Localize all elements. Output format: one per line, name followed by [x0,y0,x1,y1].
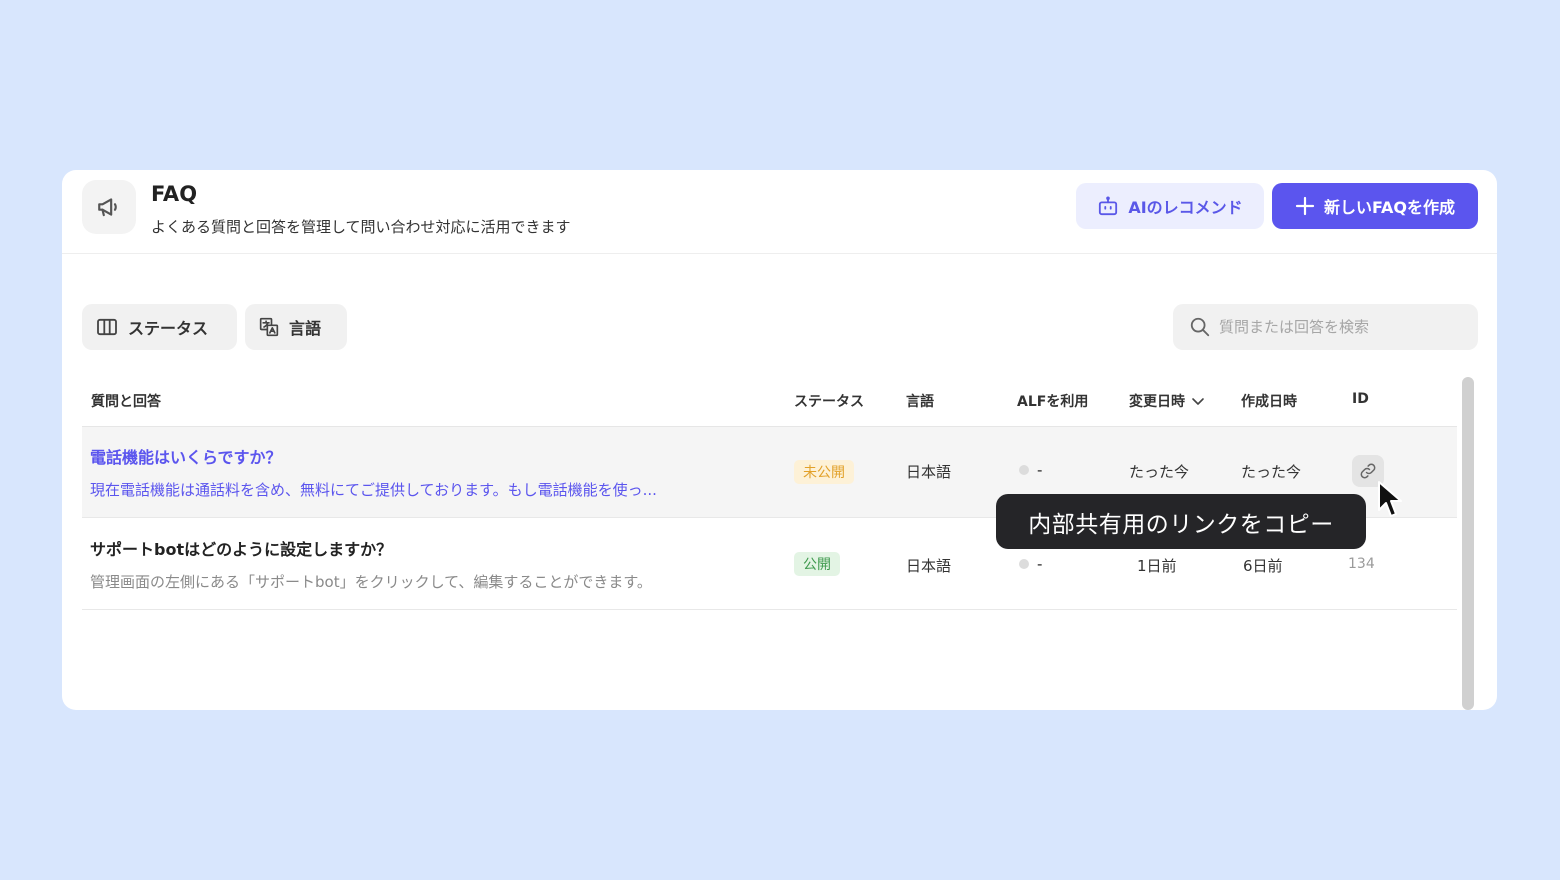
question-text[interactable]: 電話機能はいくらですか？ [90,444,282,468]
id-cell: 134 [1348,556,1375,572]
robot-icon [1099,196,1118,216]
vertical-scrollbar[interactable] [1462,377,1474,710]
column-header-created[interactable]: 作成日時 [1241,391,1297,411]
updated-cell: たった今 [1129,463,1190,481]
language-cell: 日本語 [906,463,952,481]
create-faq-button[interactable]: 新しいFAQを作成 [1272,183,1478,229]
page-header: FAQ よくある質問と回答を管理して問い合わせ対応に活用できます AIのレコメン… [62,170,1497,254]
column-header-updated-label: 変更日時 [1129,394,1185,410]
answer-text: 管理画面の左側にある「サポートbot」をクリックして、編集することができます。 [90,573,652,591]
chevron-down-icon [1192,398,1204,405]
alf-value: - [1037,461,1043,479]
faq-panel: FAQ よくある質問と回答を管理して問い合わせ対応に活用できます AIのレコメン… [62,170,1497,710]
copy-link-tooltip: 内部共有用のリンクをコピー [996,494,1366,549]
columns-icon [97,318,117,336]
search-input[interactable] [1219,318,1459,336]
alf-status-dot [1019,465,1029,475]
page-subtitle: よくある質問と回答を管理して問い合わせ対応に活用できます [151,218,571,236]
ai-recommend-label: AIのレコメンド [1128,198,1243,217]
column-header-alf[interactable]: ALFを利用 [1017,391,1088,411]
plus-icon [1295,196,1315,216]
create-faq-label: 新しいFAQを作成 [1323,198,1456,217]
language-filter-button[interactable]: 言語 [245,304,347,350]
created-cell: 6日前 [1243,557,1283,575]
status-filter-label: ステータス [128,319,209,338]
alf-value: - [1037,555,1043,573]
alf-cell: - [1019,555,1042,573]
question-text[interactable]: サポートbotはどのように設定しますか？ [90,536,392,560]
ai-recommend-button[interactable]: AIのレコメンド [1076,183,1264,229]
link-icon [1360,463,1376,479]
column-header-language[interactable]: 言語 [906,391,934,411]
column-header-id[interactable]: ID [1352,391,1369,407]
search-box[interactable] [1173,304,1478,350]
language-cell: 日本語 [906,557,952,575]
alf-cell: - [1019,461,1042,479]
status-filter-button[interactable]: ステータス [82,304,237,350]
search-icon [1190,317,1210,337]
status-badge: 未公開 [794,460,854,484]
column-header-question[interactable]: 質問と回答 [91,391,161,411]
answer-text: 現在電話機能は通話料を含め、無料にてご提供しております。もし電話機能を使っ... [90,481,657,499]
page-title: FAQ [151,182,198,206]
status-badge: 公開 [794,552,840,576]
updated-cell: 1日前 [1137,557,1177,575]
translate-icon [259,317,279,337]
mouse-cursor-icon [1378,481,1402,517]
language-filter-label: 言語 [289,319,322,338]
created-cell: たった今 [1241,463,1302,481]
alf-status-dot [1019,559,1029,569]
column-header-status[interactable]: ステータス [794,391,864,411]
megaphone-icon [82,180,136,234]
column-header-updated[interactable]: 変更日時 [1129,391,1205,411]
